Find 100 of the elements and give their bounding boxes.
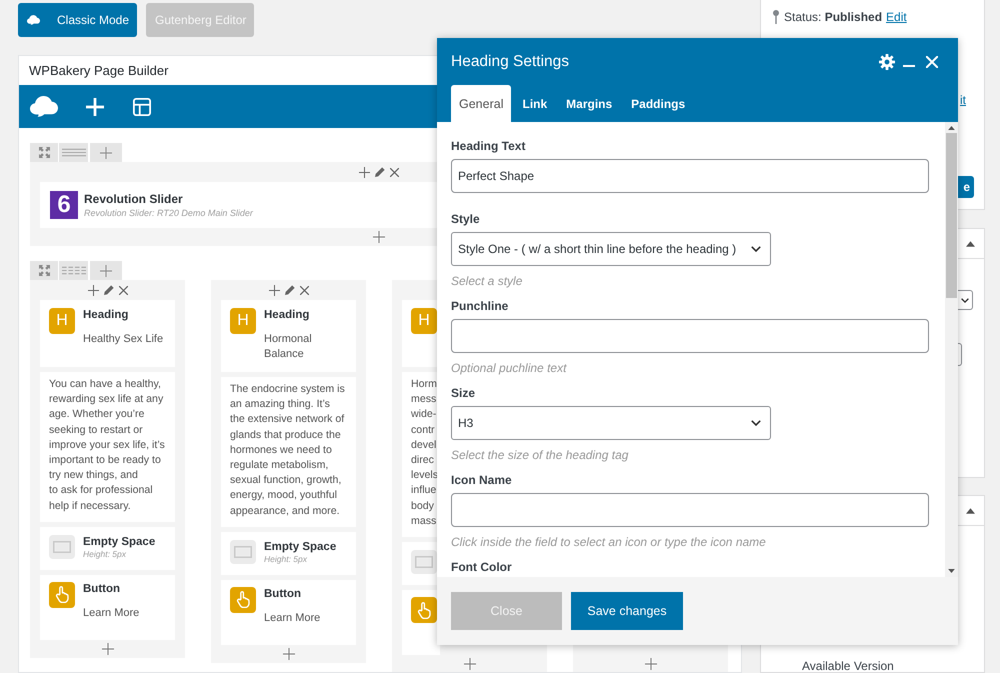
element-subtitle: Revolution Slider: RT20 Demo Main Slider: [84, 206, 253, 218]
element-text: The endocrine system is an amazing thing. It’s the extensive network of glands that produce the hormones we need to regulate metabolism, sexual function, growth, energy, mood, youthful appearance, and more.: [230, 382, 346, 519]
field-label: Size: [451, 385, 476, 401]
heading-icon: H: [411, 308, 437, 334]
scroll-up-arrow-icon[interactable]: [948, 126, 955, 130]
plus-icon: [100, 264, 112, 276]
dialog-title: Heading Settings: [451, 52, 570, 70]
element-card[interactable]: H Heading Healthy Sex Life: [40, 300, 175, 367]
element-subtitle: Height: 5px: [264, 554, 308, 565]
plus-icon[interactable]: [644, 658, 656, 670]
select-field[interactable]: [958, 290, 973, 310]
field-hint: Click inside the field to select an icon or type the icon name: [451, 534, 767, 550]
field-hint: Select the size of the heading tag: [451, 447, 630, 463]
heading-icon: H: [230, 308, 256, 334]
close-icon[interactable]: [300, 286, 308, 294]
hand-pointer-icon: [49, 582, 75, 608]
empty-space-icon: [411, 550, 437, 574]
chevron-down-icon: [961, 298, 969, 302]
element-card[interactable]: Empty Space Height: 5px: [40, 526, 175, 570]
lines-icon: [62, 148, 86, 157]
element-text: Learn More: [264, 610, 320, 626]
text-field[interactable]: Perfect Shape: [451, 159, 929, 193]
chevron-down-icon: [751, 420, 761, 426]
empty-space-icon: [230, 540, 256, 564]
element-card[interactable]: Horm mess wide- contr devel direc levels influe body mass: [402, 372, 440, 538]
lines-icon: [62, 266, 86, 275]
plus-icon[interactable]: [88, 284, 98, 296]
tab[interactable]: Margins: [558, 85, 620, 122]
plus-icon[interactable]: [282, 648, 294, 660]
field-hint: Select a style: [451, 273, 524, 289]
arrows-icon: [38, 265, 50, 276]
element-card[interactable]: H Heading Hormonal Balance: [221, 300, 356, 372]
field-label: Punchline: [451, 298, 510, 314]
element-title: Heading: [264, 308, 310, 322]
panel-text: Available Version: [802, 659, 894, 673]
toggle-arrow-icon[interactable]: [966, 508, 975, 514]
field-label: Heading Text: [451, 138, 526, 154]
scrollbar-track[interactable]: [945, 122, 958, 577]
chevron-down-icon: [751, 246, 761, 252]
text-link[interactable]: it: [960, 93, 966, 107]
element-subtitle: Height: 5px: [83, 548, 127, 560]
status-text: Status: Published: [784, 10, 882, 24]
row-control-button[interactable]: [90, 143, 122, 162]
field-label: Style: [451, 211, 481, 227]
element-text: You can have a healthy, rewarding sex life at any age. Whether you’re seeking to restart or improve your sex life, it’s important to be ready to try new things, and to ask for professional help if necessary.: [49, 377, 166, 514]
plus-icon[interactable]: [464, 658, 476, 670]
element-title: Revolution Slider: [84, 192, 184, 206]
field-label: Font Color: [451, 559, 513, 575]
builder-title: WPBakery Page Builder: [29, 63, 168, 78]
close-icon[interactable]: [390, 168, 399, 176]
save-button[interactable]: Save changes: [571, 592, 683, 630]
plus-icon[interactable]: [268, 284, 280, 296]
plus-icon[interactable]: [373, 231, 385, 243]
row-control-button[interactable]: [90, 261, 122, 280]
arrows-icon: [38, 147, 50, 158]
select-field[interactable]: H3: [451, 406, 771, 440]
empty-space-icon: [49, 534, 75, 559]
scroll-down-arrow-icon[interactable]: [948, 569, 955, 573]
element-title: Empty Space: [264, 540, 336, 554]
text-field[interactable]: [451, 319, 929, 353]
cloud-icon: [27, 15, 40, 25]
plus-icon[interactable]: [102, 642, 114, 655]
hand-pointer-icon: [230, 586, 256, 613]
element-title: Heading: [83, 308, 130, 322]
mode-button[interactable]: Classic Mode: [18, 3, 138, 37]
tab[interactable]: General: [451, 85, 512, 122]
tab[interactable]: Paddings: [623, 85, 694, 122]
pencil-icon[interactable]: [375, 167, 385, 177]
scrollbar-thumb[interactable]: [946, 133, 957, 298]
toggle-arrow-icon[interactable]: [966, 240, 975, 246]
element-title: Button: [83, 582, 122, 596]
plus-icon: [100, 146, 112, 158]
heading-icon: H: [49, 308, 75, 334]
element-card[interactable]: Button Learn More: [221, 580, 356, 645]
logo-icon: 6: [50, 191, 78, 219]
element-text: Learn More: [83, 606, 140, 621]
pin-icon: [773, 10, 779, 24]
row-control-button[interactable]: [30, 261, 58, 280]
select-field[interactable]: Style One - ( w/ a short thin line before the heading ): [451, 232, 771, 266]
tab[interactable]: Link: [514, 85, 556, 122]
row-control-button[interactable]: [30, 143, 58, 162]
primary-button[interactable]: e: [958, 176, 974, 198]
pencil-icon[interactable]: [104, 285, 114, 295]
edit-link[interactable]: Edit: [886, 10, 907, 24]
element-card[interactable]: Button Learn More: [40, 574, 175, 640]
close-icon[interactable]: [118, 286, 128, 294]
layout-icon[interactable]: [133, 98, 151, 116]
field-hint: Optional puchline text: [451, 360, 568, 376]
settings-icon[interactable]: [879, 54, 895, 70]
minimize-icon[interactable]: [903, 64, 915, 68]
pencil-icon[interactable]: [284, 285, 294, 295]
element-text: Healthy Sex Life: [83, 332, 164, 347]
field-label: Icon Name: [451, 472, 513, 488]
cloud-icon[interactable]: [30, 96, 58, 117]
element-text: Hormonal Balance: [264, 332, 313, 362]
plus-icon[interactable]: [359, 166, 370, 178]
text-field[interactable]: [451, 493, 929, 527]
element-title: Button: [264, 586, 302, 601]
element-title: Empty Space: [83, 534, 156, 549]
element-card[interactable]: Empty Space Height: 5px: [221, 532, 356, 575]
